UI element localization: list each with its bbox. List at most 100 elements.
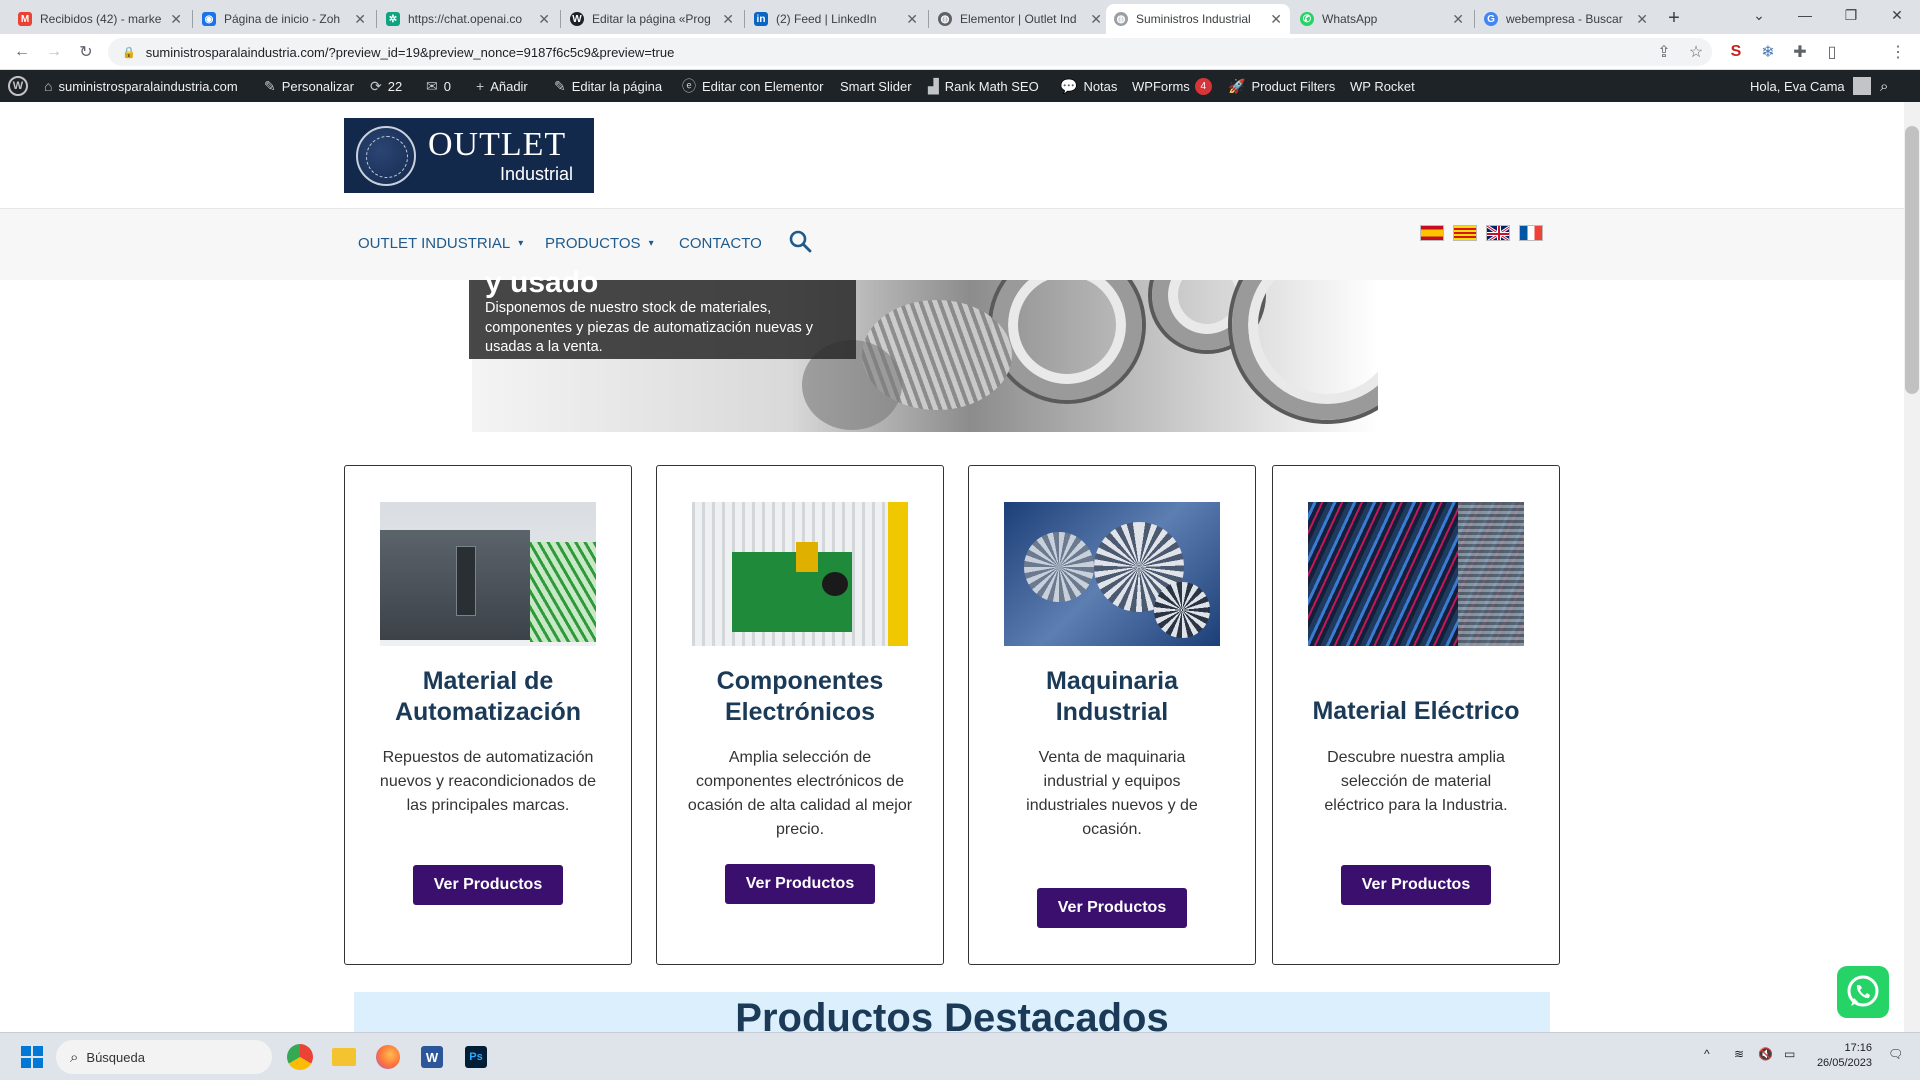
ver-productos-button[interactable]: Ver Productos [1037,888,1187,928]
word-icon[interactable]: W [416,1041,448,1073]
whatsapp-chat-button[interactable] [1837,966,1889,1018]
wp-logo-menu[interactable]: W [8,70,28,102]
volume-muted-icon[interactable]: 🔇 [1758,1047,1773,1061]
browser-tab[interactable]: ✆ WhatsApp ✕ [1292,4,1472,34]
updates-link[interactable]: ⟳ 22 [370,70,402,102]
forward-icon[interactable]: → [42,40,66,64]
new-tab-button[interactable]: + [1660,4,1688,32]
smart-slider-link[interactable]: Smart Slider [840,70,912,102]
extension-snowflake-icon[interactable]: ❄ [1756,40,1780,64]
scrollbar-thumb[interactable] [1905,126,1919,394]
wp-rocket-link[interactable]: WP Rocket [1350,70,1415,102]
tab-title: Recibidos (42) - marke [40,12,162,26]
reload-icon[interactable]: ↻ [74,40,98,64]
share-icon[interactable]: ⇪ [1652,40,1676,64]
browser-tab[interactable]: ◍ Elementor | Outlet Ind ✕ [930,4,1110,34]
chrome-taskbar-icon[interactable] [284,1041,316,1073]
close-icon[interactable]: ✕ [1090,11,1102,28]
tab-title: Elementor | Outlet Ind [960,12,1077,26]
flag-es-icon[interactable] [1420,225,1444,241]
restore-icon[interactable]: ❐ [1828,0,1874,30]
notification-icon[interactable]: 🗨 [1888,1047,1903,1061]
windows-start-icon[interactable] [16,1041,48,1073]
nav-label: CONTACTO [679,235,762,252]
comments-link[interactable]: ✉ 0 [426,70,451,102]
lock-icon[interactable]: 🔒 [122,46,136,59]
close-icon[interactable]: ✕ [538,11,550,28]
browser-tab[interactable]: ✲ https://chat.openai.co ✕ [378,4,558,34]
ver-productos-button[interactable]: Ver Productos [725,864,875,904]
browser-tab[interactable]: ◉ Página de inicio - Zoh ✕ [194,4,374,34]
rocket-icon: 🚀 [1228,77,1246,94]
wp-admin-bar: W ⌂ suministrosparalaindustria.com ✎ Per… [0,70,1920,102]
avatar [1852,77,1871,95]
account-menu[interactable]: Hola, Eva Cama [1750,70,1871,102]
edit-page-label: Editar la página [571,78,663,94]
hero-text: Disponemos de nuestro stock de materiale… [485,300,814,355]
add-new-link[interactable]: + Añadir [476,70,528,102]
close-icon[interactable]: ✕ [1270,11,1282,28]
side-panel-icon[interactable]: ▯ [1820,40,1844,64]
browser-tab-strip: M Recibidos (42) - marke ✕ ◉ Página de i… [0,0,1920,34]
close-icon[interactable]: ✕ [906,11,918,28]
edit-page-link[interactable]: ✎ Editar la página [554,70,662,102]
nav-contacto[interactable]: CONTACTO [679,235,762,252]
customize-link[interactable]: ✎ Personalizar [264,70,354,102]
wpforms-link[interactable]: WPForms 4 [1132,70,1212,102]
search-icon[interactable] [788,229,814,255]
admin-search-icon[interactable]: ⌕ [1880,70,1888,102]
ver-productos-button[interactable]: Ver Productos [1341,865,1491,905]
browser-tab[interactable]: G webempresa - Buscar ✕ [1476,4,1656,34]
taskbar-search-box[interactable]: ⌕ Búsqueda [56,1040,272,1074]
browser-tab[interactable]: M Recibidos (42) - marke ✕ [10,4,190,34]
close-window-icon[interactable]: ✕ [1874,0,1920,30]
admin-site-name[interactable]: ⌂ suministrosparalaindustria.com [44,70,238,102]
tab-title: https://chat.openai.co [408,12,523,26]
close-icon[interactable]: ✕ [1452,11,1464,28]
openai-icon: ✲ [386,12,400,26]
clock[interactable]: 17:16 26/05/2023 [1808,1041,1872,1071]
extension-s-icon[interactable]: S [1724,40,1748,64]
url-text: suministrosparalaindustria.com/?preview_… [145,44,675,60]
ver-productos-button[interactable]: Ver Productos [413,865,563,905]
firefox-icon[interactable] [372,1041,404,1073]
globe-icon: ◍ [1114,12,1128,26]
flag-en-icon[interactable] [1486,225,1510,241]
card-text: Descubre nuestra amplia selección de mat… [1324,749,1508,814]
nav-productos[interactable]: PRODUCTOS ▾ [545,235,654,252]
back-icon[interactable]: ← [10,40,34,64]
whatsapp-icon [1847,975,1879,1007]
browser-tab-active[interactable]: ◍ Suministros Industrial ✕ [1106,4,1290,34]
minimize-icon[interactable]: — [1782,0,1828,30]
nav-outlet-industrial[interactable]: OUTLET INDUSTRIAL ▾ [358,235,523,252]
tab-search-icon[interactable]: ⌄ [1736,0,1782,30]
greeting-label: Hola, Eva Cama [1750,78,1845,94]
card-text: Amplia selección de componentes electrón… [687,749,913,838]
extensions-puzzle-icon[interactable]: ✚ [1788,40,1812,64]
address-bar[interactable]: 🔒 suministrosparalaindustria.com/?previe… [108,38,1712,66]
close-icon[interactable]: ✕ [1636,11,1648,28]
flag-fr-icon[interactable] [1519,225,1543,241]
notes-link[interactable]: 💬 Notas [1060,70,1117,102]
browser-tab[interactable]: in (2) Feed | LinkedIn ✕ [746,4,926,34]
file-explorer-icon[interactable] [328,1041,360,1073]
close-icon[interactable]: ✕ [354,11,366,28]
gmail-icon: M [18,12,32,26]
close-icon[interactable]: ✕ [170,11,182,28]
photoshop-icon[interactable]: Ps [460,1041,492,1073]
tab-title: Editar la página «Prog [592,12,711,26]
close-icon[interactable]: ✕ [722,11,734,28]
tray-chevron-icon[interactable]: ^ [1704,1047,1710,1061]
battery-icon[interactable]: ▭ [1784,1047,1795,1061]
bookmark-star-icon[interactable]: ☆ [1684,40,1708,64]
menu-kebab-icon[interactable]: ⋮ [1886,40,1910,64]
browser-tab[interactable]: W Editar la página «Prog ✕ [562,4,742,34]
edit-elementor-link[interactable]: ⓔ Editar con Elementor [682,70,823,102]
tab-title: WhatsApp [1322,12,1378,26]
tab-title: Página de inicio - Zoh [224,12,341,26]
product-filters-link[interactable]: 🚀 Product Filters [1228,70,1335,102]
flag-ca-icon[interactable] [1453,225,1477,241]
rank-math-link[interactable]: ▟ Rank Math SEO [928,70,1039,102]
site-logo[interactable]: OUTLET Industrial [344,118,594,193]
wifi-icon[interactable]: ≋ [1734,1047,1744,1061]
